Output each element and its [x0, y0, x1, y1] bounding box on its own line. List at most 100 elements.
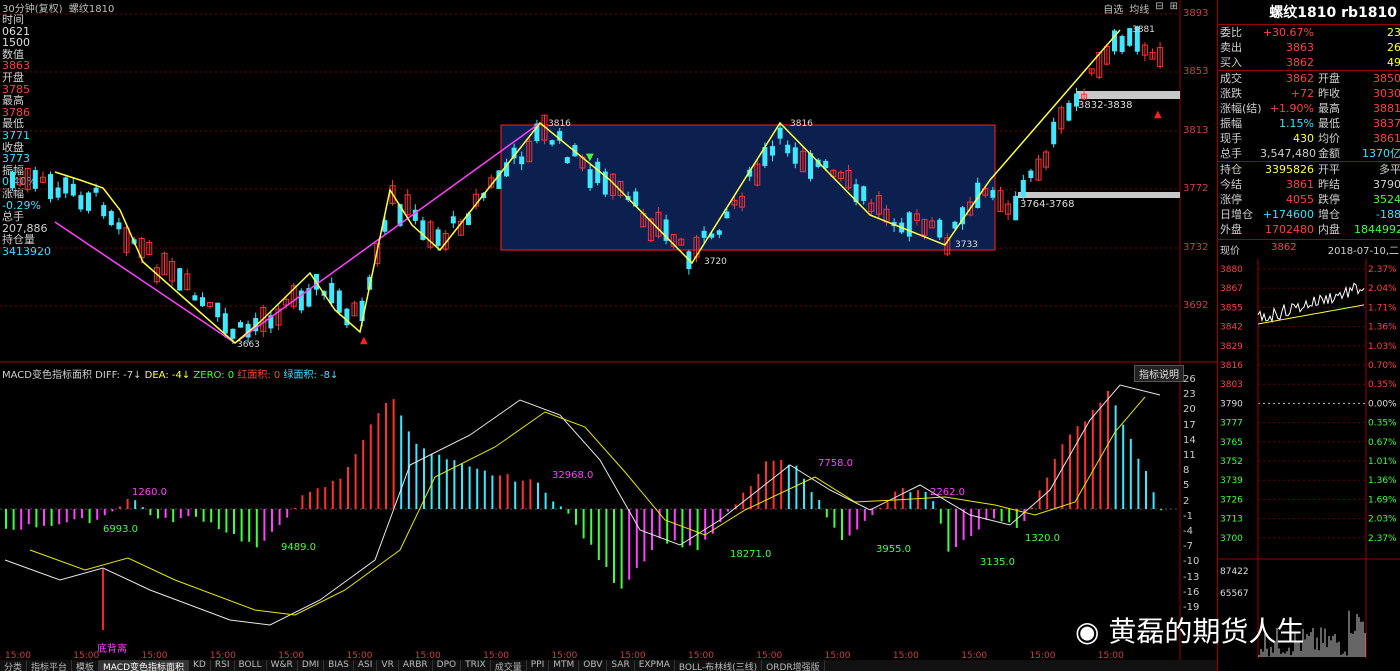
quote-value: 4055	[1286, 193, 1314, 206]
price-tick: 3732	[1183, 242, 1209, 253]
indicator-tab[interactable]: PPI	[527, 660, 550, 671]
quote-key2: 开平	[1318, 163, 1340, 176]
indicator-tab[interactable]: KD	[189, 660, 211, 671]
quote-key2: 金额	[1318, 147, 1340, 160]
macd-tick: -4	[1183, 526, 1193, 537]
candle	[861, 186, 867, 201]
quote-key: 涨幅(结)	[1220, 102, 1262, 115]
quote-key2: 增仓	[1318, 208, 1340, 221]
indicator-tab[interactable]: BOLL	[235, 660, 267, 671]
band-label-lower: 3764-3768	[1020, 199, 1075, 210]
indicator-tab[interactable]: MACD变色指标面积	[99, 660, 190, 671]
quote-key: 成交	[1220, 72, 1242, 85]
band-label-upper: 3832-3838	[1078, 100, 1133, 111]
indicator-tab[interactable]: ASI	[354, 660, 378, 671]
candle	[1119, 36, 1125, 53]
indicator-tab[interactable]: ORDR增强版	[762, 660, 825, 671]
mini-pct-tick: 0.67%	[1368, 438, 1397, 448]
indicator-tab[interactable]: MTM	[549, 660, 580, 671]
quote-key: 振幅	[1220, 117, 1242, 130]
quote-row: 总手 3,547,480 金额 1370亿	[1218, 146, 1400, 161]
price-tick: 3772	[1183, 183, 1209, 194]
mini-price-line	[1257, 282, 1365, 324]
macd-area-label: 7758.0	[818, 458, 853, 469]
indicator-tab[interactable]: BOLL-布林线(三线)	[675, 660, 763, 671]
indicator-tab[interactable]: DPO	[433, 660, 462, 671]
candle	[1051, 121, 1057, 145]
quote-key2	[1314, 40, 1354, 55]
quote-key2: 内盘	[1318, 223, 1340, 236]
macd-header: MACD变色指标面积 DIFF: -7↓ DEA: -4↓ ZERO: 0 红面…	[2, 370, 339, 381]
quote-value: +174600	[1262, 208, 1314, 221]
quote-value: +72	[1290, 87, 1314, 100]
indicator-tab[interactable]: DMI	[298, 660, 325, 671]
mini-pct-tick: 0.00%	[1368, 399, 1397, 409]
candle	[435, 229, 441, 246]
indicator-explain-button[interactable]: 指标说明	[1134, 365, 1184, 382]
indicator-tab[interactable]: 分类	[0, 660, 28, 671]
indicator-tab[interactable]: VR	[377, 660, 399, 671]
mini-price-tick: 3752	[1220, 457, 1243, 467]
macd-area-label: 9489.0	[281, 542, 316, 553]
quote-value2: 1370亿	[1362, 147, 1400, 160]
annot-high: 3816	[548, 119, 571, 129]
quote-value2: 3837	[1373, 117, 1400, 130]
quote-value2: 3030	[1373, 87, 1400, 100]
mini-vol-tick: 87422	[1220, 567, 1249, 577]
quote-key: 卖出	[1220, 41, 1242, 54]
candle	[215, 302, 221, 318]
candle	[716, 230, 722, 235]
indicator-tab[interactable]: 成交量	[491, 660, 527, 671]
intraday-mini-chart: 3880 3867 3855 3842 3829 3816 3803 3790 3777 3765…	[1218, 259, 1400, 659]
indicator-tab[interactable]: 指标平台	[27, 660, 73, 671]
downtrend-line	[54, 221, 236, 344]
indicator-tab[interactable]: SAR	[607, 660, 635, 671]
quote-key2: 昨收	[1318, 87, 1340, 100]
candle	[329, 282, 335, 304]
mini-price-tick: 3765	[1220, 438, 1243, 448]
macd-tick: -1	[1183, 510, 1193, 522]
quote-key: 买入	[1220, 56, 1242, 69]
candle	[549, 140, 555, 145]
quote-key: 今结	[1220, 178, 1242, 191]
indicator-tab[interactable]: ARBR	[399, 660, 433, 671]
candle	[78, 195, 84, 210]
quote-key2: 最低	[1318, 117, 1340, 130]
mini-price-tick: 3829	[1220, 342, 1243, 352]
candle	[785, 144, 791, 154]
indicator-tab[interactable]: OBV	[579, 660, 608, 671]
down-arrow-icon: ▼	[586, 152, 594, 163]
mini-price-tick: 3880	[1220, 265, 1243, 275]
macd-tick: 11	[1183, 450, 1196, 461]
quote-row: 涨跌 +72 昨收 3030	[1218, 86, 1400, 101]
candle	[770, 146, 775, 156]
quote-key2: 开盘	[1318, 72, 1340, 85]
candle	[101, 205, 107, 217]
indicator-tab[interactable]: W&R	[267, 660, 298, 671]
mini-price-tick: 3803	[1220, 380, 1243, 390]
indicator-tab[interactable]: EXPMA	[635, 660, 675, 671]
price-tick: 3893	[1183, 8, 1209, 19]
candle	[1028, 170, 1034, 179]
quote-row: 今结 3861 昨结 3790	[1218, 177, 1400, 192]
mini-price-tick: 3842	[1220, 323, 1243, 333]
indicator-tab[interactable]: TRIX	[461, 660, 491, 671]
candle	[238, 322, 243, 328]
quote-row: 成交 3862 开盘 3850	[1218, 71, 1400, 86]
indicator-tab[interactable]: 模板	[72, 660, 100, 671]
quote-value2: 23	[1387, 26, 1400, 39]
quote-value: 3862	[1286, 56, 1314, 69]
indicator-tab[interactable]: BIAS	[324, 660, 354, 671]
quote-value: 1702480	[1265, 223, 1314, 236]
mini-pct-tick: 0.70%	[1368, 361, 1397, 371]
annot-low: 3663	[237, 340, 260, 350]
quote-key: 总手	[1220, 147, 1242, 160]
macd-area-label: 18271.0	[730, 549, 772, 560]
quote-value: 3861	[1286, 178, 1314, 191]
indicator-tab[interactable]: RSI	[211, 660, 235, 671]
annot-low: 3733	[955, 240, 978, 250]
candle	[519, 156, 525, 165]
candle	[177, 268, 183, 291]
mini-price-tick: 3777	[1220, 419, 1243, 429]
candle	[990, 190, 996, 198]
